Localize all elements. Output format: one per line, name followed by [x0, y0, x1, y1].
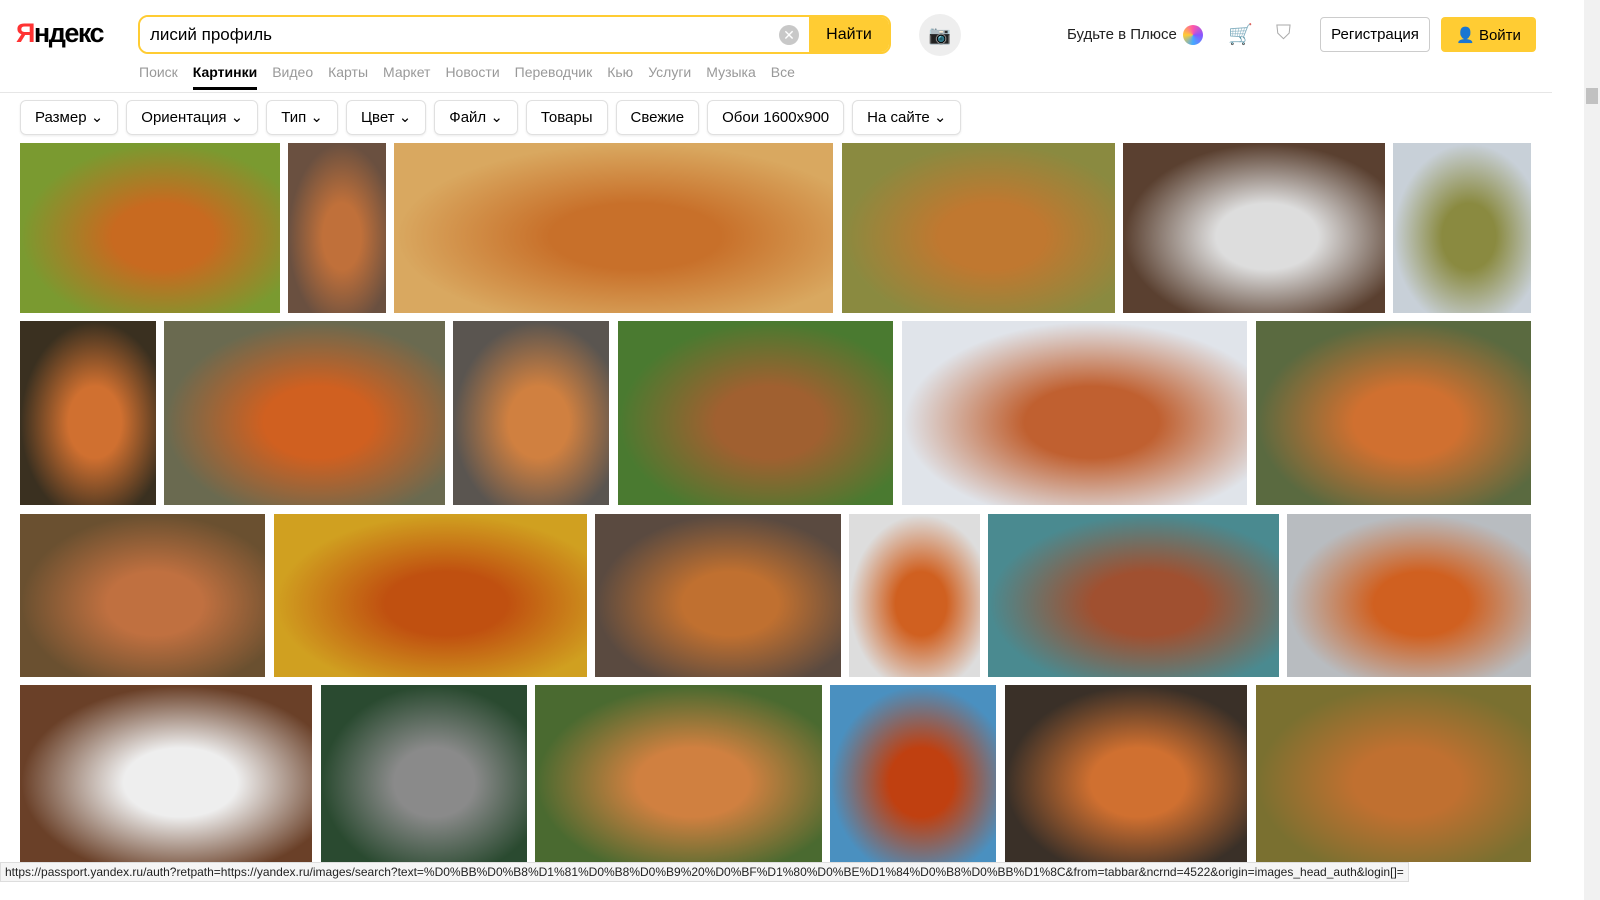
image-thumbnail[interactable] [595, 514, 841, 677]
tab-item[interactable]: Маркет [383, 64, 430, 90]
plus-icon [1182, 25, 1203, 45]
user-icon: 👤 [1456, 26, 1479, 44]
scrollbar[interactable] [1584, 0, 1600, 900]
clear-icon[interactable]: ✕ [779, 25, 799, 45]
tab-item[interactable]: Видео [272, 64, 313, 90]
tab-item[interactable]: Поиск [139, 64, 178, 90]
filter-bar: Размер ⌄ Ориентация ⌄ Тип ⌄ Цвет ⌄ Файл ⌄ Тов… [20, 100, 962, 135]
tab-item[interactable]: Картинки [192, 64, 258, 90]
filter-button[interactable]: Размер ⌄ [20, 100, 119, 135]
image-thumbnail[interactable] [1256, 685, 1531, 862]
image-thumbnail[interactable] [1005, 685, 1247, 862]
image-thumbnail[interactable] [288, 143, 386, 313]
register-button[interactable]: Регистрация [1320, 17, 1430, 52]
image-thumbnail[interactable] [1256, 321, 1531, 505]
status-bar-url: https://passport.yandex.ru/auth?retpath=… [0, 862, 1409, 882]
filter-button[interactable]: Цвет ⌄ [345, 100, 427, 135]
search-input[interactable] [140, 17, 779, 52]
image-thumbnail[interactable] [1393, 143, 1531, 313]
image-thumbnail[interactable] [164, 321, 445, 505]
tab-item[interactable]: Кью [607, 64, 633, 90]
tab-item[interactable]: Музыка [706, 64, 756, 90]
filter-button[interactable]: Ориентация ⌄ [126, 100, 259, 135]
search-button[interactable]: Найти [809, 17, 889, 52]
filter-button[interactable]: Обои 1600x900 [707, 100, 845, 135]
filter-button[interactable]: На сайте ⌄ [852, 100, 962, 135]
filter-button[interactable]: Файл ⌄ [434, 100, 518, 135]
image-thumbnail[interactable] [849, 514, 980, 677]
plus-link[interactable]: Будьте в Плюсе [1067, 25, 1203, 45]
image-thumbnail[interactable] [321, 685, 527, 862]
image-thumbnail[interactable] [20, 321, 156, 505]
service-tabs: Поиск Картинки Видео Карты Маркет Новости Пере… [139, 64, 795, 90]
camera-search-icon[interactable]: 📷 [919, 14, 961, 56]
tab-item[interactable]: Все [771, 64, 795, 90]
image-thumbnail[interactable] [20, 685, 312, 862]
image-thumbnail[interactable] [453, 321, 609, 505]
image-thumbnail[interactable] [830, 685, 996, 862]
image-thumbnail[interactable] [394, 143, 833, 313]
cart-icon[interactable]: 🛒 [1228, 22, 1253, 47]
image-thumbnail[interactable] [1123, 143, 1385, 313]
image-thumbnail[interactable] [618, 321, 893, 505]
tab-item[interactable]: Карты [328, 64, 368, 90]
login-button[interactable]: 👤 Войти [1441, 17, 1536, 52]
shield-icon[interactable]: ⛉ [1276, 22, 1291, 45]
image-thumbnail[interactable] [988, 514, 1279, 677]
image-thumbnail[interactable] [274, 514, 587, 677]
image-thumbnail[interactable] [535, 685, 822, 862]
filter-button[interactable]: Свежие [615, 100, 700, 135]
image-thumbnail[interactable] [902, 321, 1247, 505]
tab-item[interactable]: Переводчик [515, 64, 593, 90]
scrollbar-thumb[interactable] [1586, 88, 1598, 104]
image-thumbnail[interactable] [20, 514, 265, 677]
image-thumbnail[interactable] [1287, 514, 1531, 677]
divider [0, 92, 1552, 93]
search-box: ✕ Найти [138, 15, 891, 54]
image-thumbnail[interactable] [20, 143, 280, 313]
image-thumbnail[interactable] [842, 143, 1115, 313]
filter-button[interactable]: Товары [525, 100, 608, 135]
filter-button[interactable]: Тип ⌄ [266, 100, 338, 135]
yandex-logo[interactable]: Яндекс [16, 18, 105, 49]
tab-item[interactable]: Услуги [648, 64, 691, 90]
tab-item[interactable]: Новости [445, 64, 499, 90]
